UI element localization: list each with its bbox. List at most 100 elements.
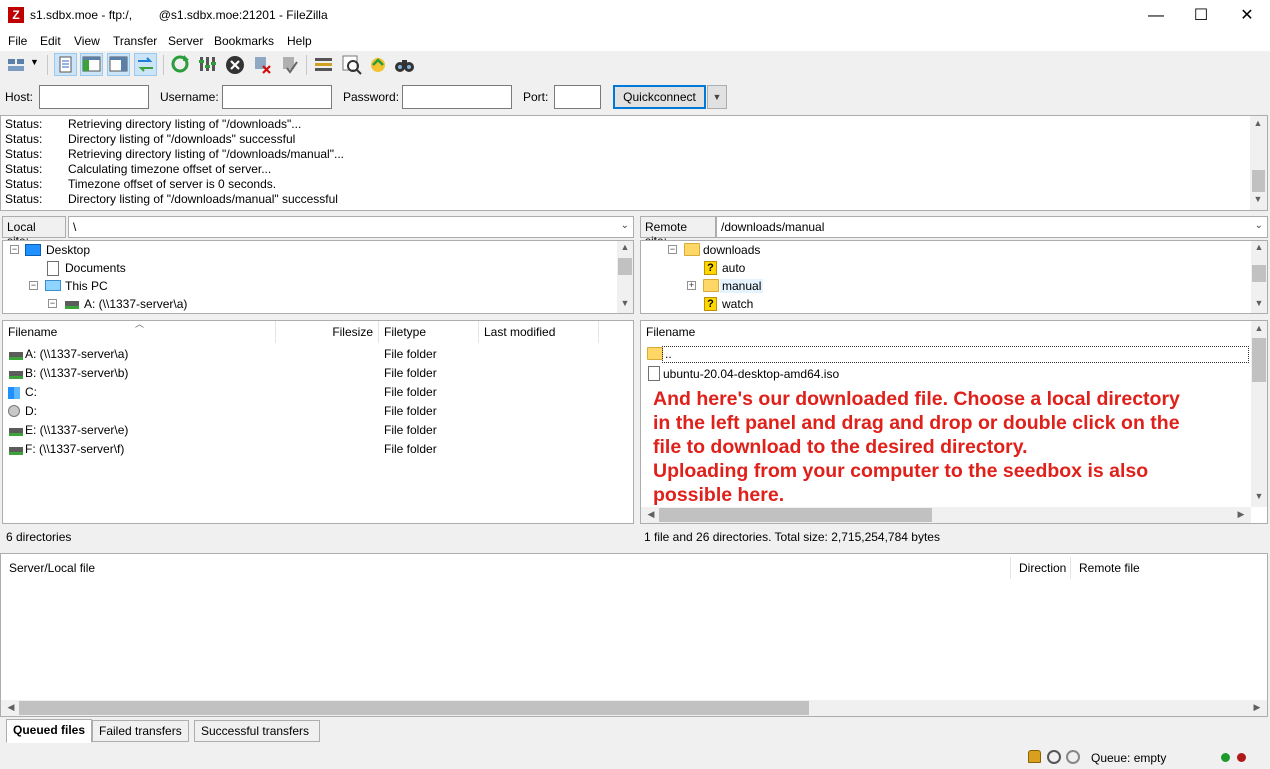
toggle-local-tree-icon[interactable] [80,53,103,76]
disconnect-icon[interactable] [251,53,274,76]
column-remote-file[interactable]: Remote file [1071,557,1267,579]
log-scrollbar[interactable]: ▲ ▼ [1250,116,1267,210]
username-input[interactable] [222,85,332,109]
activity-upload-led-icon [1221,753,1230,762]
scroll-left-icon[interactable]: ◀ [3,702,19,713]
scroll-left-icon[interactable]: ◀ [643,509,659,520]
column-filename[interactable]: Filename [641,321,1251,343]
menu-edit[interactable]: Edit [40,34,61,48]
list-item-file[interactable]: ubuntu-20.04-desktop-amd64.iso [641,365,1249,384]
tree-item-this-pc[interactable]: − This PC [3,277,617,295]
minimize-button[interactable]: — [1133,0,1179,31]
quickconnect-button[interactable]: Quickconnect [613,85,706,109]
tree-item-downloads[interactable]: − downloads [641,241,1251,259]
port-input[interactable] [554,85,601,109]
scroll-down-icon[interactable]: ▼ [617,298,633,308]
directory-comparison-icon[interactable] [366,53,389,76]
local-path-input[interactable]: \ ⌄ [68,216,634,238]
cancel-operation-icon[interactable] [223,53,246,76]
transfer-queue[interactable]: Server/Local file Direction Remote file … [0,553,1268,717]
unknown-folder-icon: ? [704,261,717,275]
search-remote-files-icon[interactable] [393,53,416,76]
scroll-up-icon[interactable]: ▲ [1250,118,1266,128]
reconnect-icon[interactable] [278,53,301,76]
list-item[interactable]: D: File folder [3,402,623,421]
queue-hscrollbar[interactable]: ◀ ▶ [1,700,1267,716]
column-filename[interactable]: Filename ︿ [3,321,276,343]
collapse-icon[interactable]: − [10,245,19,254]
list-item[interactable]: A: (\\1337-server\a) File folder [3,345,623,364]
host-input[interactable] [39,85,149,109]
password-input[interactable] [402,85,512,109]
tree-item-desktop[interactable]: − Desktop [3,241,617,259]
scroll-down-icon[interactable]: ▼ [1250,194,1266,204]
remote-list-hscrollbar[interactable]: ◀ ▶ [641,507,1251,523]
remote-path-input[interactable]: /downloads/manual ⌄ [716,216,1268,238]
remote-directory-tree[interactable]: − downloads ? auto + manual ? watch ▲ ▼ [640,240,1268,314]
menu-help[interactable]: Help [287,34,312,48]
list-item-parent[interactable]: .. [641,345,1249,364]
toggle-message-log-icon[interactable] [54,53,77,76]
remote-list-vscrollbar[interactable]: ▲ ▼ [1251,321,1267,507]
tree-item-manual[interactable]: + manual [641,277,1251,295]
scroll-thumb[interactable] [1252,338,1266,382]
list-item[interactable]: F: (\\1337-server\f) File folder [3,440,623,459]
collapse-icon[interactable]: − [29,281,38,290]
list-item[interactable]: B: (\\1337-server\b) File folder [3,364,623,383]
list-item[interactable]: C: File folder [3,383,623,402]
local-tree-scrollbar[interactable]: ▲ ▼ [617,241,633,313]
scroll-down-icon[interactable]: ▼ [1251,298,1267,308]
remote-tree-scrollbar[interactable]: ▲ ▼ [1251,241,1267,313]
menu-view[interactable]: View [74,34,100,48]
quickconnect-dropdown-icon[interactable]: ▼ [707,85,727,109]
tab-successful-transfers[interactable]: Successful transfers [194,720,320,742]
close-button[interactable]: ✕ [1224,0,1270,31]
chevron-down-icon[interactable]: ⌄ [621,220,629,231]
menu-file[interactable]: File [8,34,27,48]
chevron-down-icon[interactable]: ⌄ [1255,220,1263,231]
tree-item-documents[interactable]: Documents [3,259,617,277]
column-filetype[interactable]: Filetype [379,321,479,343]
directory-listing-filters-icon[interactable] [312,53,335,76]
site-manager-icon[interactable] [5,53,28,76]
tab-queued-files[interactable]: Queued files [6,719,93,743]
tab-failed-transfers[interactable]: Failed transfers [92,720,189,742]
scroll-up-icon[interactable]: ▲ [1251,323,1267,333]
column-last-modified[interactable]: Last modified [479,321,599,343]
column-server-local-file[interactable]: Server/Local file [1,557,1011,579]
windows-drive-icon [8,387,20,399]
menu-server[interactable]: Server [168,34,203,48]
scroll-thumb[interactable] [659,508,932,522]
toggle-remote-tree-icon[interactable] [107,53,130,76]
menu-bookmarks[interactable]: Bookmarks [214,34,274,48]
tree-item-drive-a[interactable]: − A: (\\1337-server\a) [3,295,617,313]
menu-transfer[interactable]: Transfer [113,34,157,48]
scroll-thumb[interactable] [19,701,809,715]
expand-icon[interactable]: + [687,281,696,290]
local-file-list[interactable]: Filename ︿ Filesize Filetype Last modifi… [2,320,634,524]
site-manager-dropdown-icon[interactable]: ▼ [30,57,39,67]
network-drive-icon [9,428,23,436]
scroll-up-icon[interactable]: ▲ [617,242,633,252]
collapse-icon[interactable]: − [48,299,57,308]
collapse-icon[interactable]: − [668,245,677,254]
list-item[interactable]: E: (\\1337-server\e) File folder [3,421,623,440]
toggle-sync-browsing-icon[interactable] [340,53,363,76]
scroll-thumb[interactable] [1252,265,1266,282]
tree-item-auto[interactable]: ? auto [641,259,1251,277]
scroll-up-icon[interactable]: ▲ [1251,242,1267,252]
process-queue-icon[interactable] [196,53,219,76]
scroll-right-icon[interactable]: ▶ [1249,702,1265,713]
scroll-down-icon[interactable]: ▼ [1251,491,1267,501]
column-direction[interactable]: Direction [1011,557,1071,579]
scroll-thumb[interactable] [1252,170,1265,192]
column-filesize[interactable]: Filesize [276,321,379,343]
refresh-icon[interactable] [169,53,192,76]
maximize-button[interactable]: ☐ [1178,0,1224,31]
message-log[interactable]: Status: Retrieving directory listing of "… [0,115,1268,211]
tree-item-watch[interactable]: ? watch [641,295,1251,313]
scroll-thumb[interactable] [618,258,632,275]
scroll-right-icon[interactable]: ▶ [1233,509,1249,520]
local-directory-tree[interactable]: − Desktop Documents − This PC − A: (\\13… [2,240,634,314]
toggle-transfer-queue-icon[interactable] [134,53,157,76]
